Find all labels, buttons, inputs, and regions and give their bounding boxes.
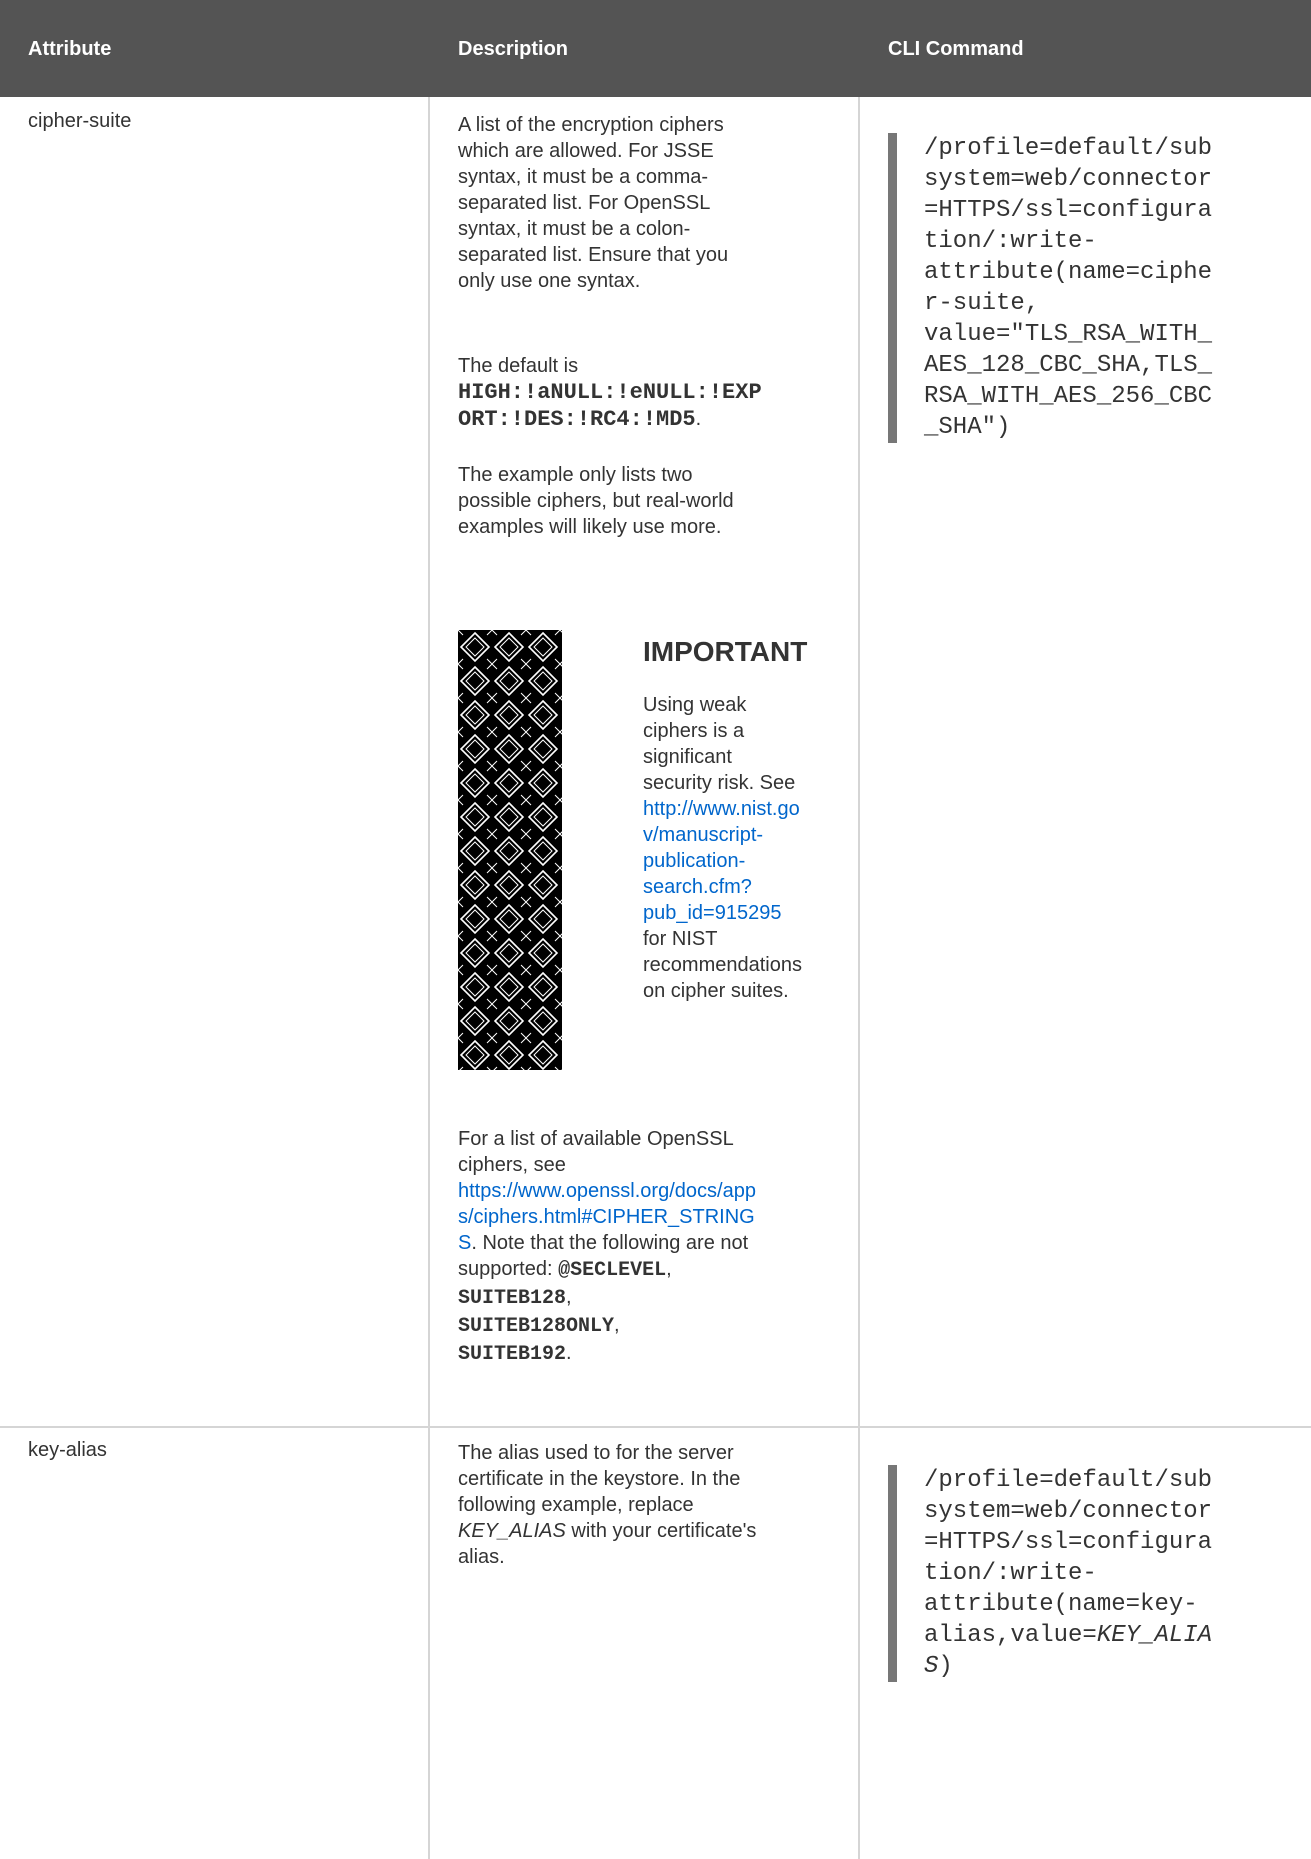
cipher-suite-desc-paragraph: A list of the encryption ciphers which a…: [458, 112, 838, 294]
code-line: attribute(name=ciphe: [924, 259, 1213, 286]
default-cipher-code: ORT:!DES:!RC4:!MD5: [458, 407, 696, 432]
code-line: =HTTPS/ssl=configura: [924, 1529, 1213, 1556]
attribute-key-alias: key-alias: [28, 1439, 107, 1461]
cipher-suite-cli-command: /profile=default/sub system=web/connecto…: [888, 133, 1212, 443]
desc-text: . Note that the following are not: [471, 1232, 749, 1254]
desc-line: separated list. Ensure that you: [458, 244, 729, 266]
cipher-suite-description: A list of the encryption ciphers which a…: [458, 112, 838, 294]
desc-line: which are allowed. For JSSE: [458, 140, 714, 162]
desc-line: The example only lists two: [458, 464, 693, 486]
link-line: S: [458, 1232, 472, 1254]
code-line: =HTTPS/ssl=configura: [924, 197, 1213, 224]
desc-line: For a list of available OpenSSL: [458, 1128, 734, 1150]
code-line: system=web/connector: [924, 1498, 1213, 1525]
openssl-ciphers-paragraph: For a list of available OpenSSL ciphers,…: [458, 1126, 848, 1368]
link-line: pub_id=915295: [643, 902, 782, 924]
desc-line: syntax, it must be a comma-: [458, 166, 709, 188]
unsupported-code: SUITEB128: [458, 1287, 567, 1310]
default-value-paragraph: The default is HIGH:!aNULL:!eNULL:!EXP O…: [458, 353, 838, 433]
column-divider-2: [858, 97, 860, 1859]
key-alias-cli-command: /profile=default/sub system=web/connecto…: [888, 1465, 1212, 1682]
code-line: system=web/connector: [924, 166, 1213, 193]
code-line: /profile=default/sub: [924, 1467, 1213, 1494]
link-line: v/manuscript-: [643, 824, 764, 846]
link-line: search.cfm?: [643, 876, 752, 898]
nist-link[interactable]: http://www.nist.go v/manuscript- publica…: [643, 798, 800, 924]
code-text: alias,value=: [924, 1622, 1097, 1649]
desc-text: with your certificate's: [565, 1520, 757, 1542]
desc-line: syntax, it must be a colon-: [458, 218, 691, 240]
link-line: s/ciphers.html#CIPHER_STRING: [458, 1206, 755, 1228]
important-line: security risk. See: [643, 772, 796, 794]
table-header-row: Attribute Description CLI Command: [0, 0, 1311, 97]
header-description: Description: [458, 38, 569, 60]
important-line: ciphers is a: [643, 720, 745, 742]
code-line: tion/:write-: [924, 1560, 1097, 1587]
desc-line: alias.: [458, 1546, 505, 1568]
important-body: Using weak ciphers is a significant secu…: [643, 692, 843, 1004]
default-label: The default is: [458, 355, 579, 377]
punctuation: ,: [566, 1286, 572, 1308]
desc-line: ciphers, see: [458, 1154, 566, 1176]
attribute-cipher-suite: cipher-suite: [28, 110, 132, 132]
important-line: significant: [643, 746, 732, 768]
important-line: recommendations: [643, 954, 802, 976]
punctuation: .: [695, 408, 702, 430]
desc-line: following example, replace: [458, 1494, 694, 1516]
desc-line: possible ciphers, but real-world: [458, 490, 734, 512]
header-cli-command: CLI Command: [888, 38, 1024, 60]
important-line: Using weak: [643, 694, 747, 716]
desc-line: A list of the encryption ciphers: [458, 114, 724, 136]
code-line: RSA_WITH_AES_256_CBC: [924, 383, 1213, 410]
code-line: tion/:write-: [924, 228, 1097, 255]
desc-line: separated list. For OpenSSL: [458, 192, 711, 214]
code-line: r-suite,: [924, 290, 1040, 317]
code-placeholder: KEY_ALIA: [1096, 1622, 1213, 1649]
punctuation: ,: [614, 1314, 620, 1336]
default-cipher-code: HIGH:!aNULL:!eNULL:!EXP: [458, 380, 762, 405]
unsupported-code: SUITEB192: [458, 1343, 567, 1366]
column-divider-1: [428, 97, 430, 1859]
code-line: AES_128_CBC_SHA,TLS_: [924, 352, 1213, 379]
code-line: _SHA"): [924, 414, 1011, 441]
desc-text: supported:: [458, 1258, 559, 1280]
row-divider: [0, 1426, 1311, 1428]
important-line: for NIST: [643, 928, 718, 950]
link-line: publication-: [643, 850, 746, 872]
link-line: http://www.nist.go: [643, 798, 800, 820]
code-line: /profile=default/sub: [924, 135, 1213, 162]
link-line: https://www.openssl.org/docs/app: [458, 1180, 756, 1202]
example-note-paragraph: The example only lists two possible ciph…: [458, 462, 838, 540]
unsupported-code: SUITEB128ONLY: [458, 1315, 615, 1338]
desc-line: The alias used to for the server: [458, 1442, 734, 1464]
punctuation: .: [566, 1342, 572, 1364]
unsupported-code: @SECLEVEL: [558, 1259, 667, 1282]
code-line: attribute(name=key-: [924, 1591, 1198, 1618]
key-alias-description: The alias used to for the server certifi…: [458, 1440, 848, 1570]
desc-line: certificate in the keystore. In the: [458, 1468, 741, 1490]
header-attribute: Attribute: [28, 38, 112, 60]
desc-line: only use one syntax.: [458, 270, 641, 292]
code-placeholder: S: [924, 1653, 939, 1680]
punctuation: ,: [666, 1258, 672, 1280]
important-line: on cipher suites.: [643, 980, 789, 1002]
important-title: IMPORTANT: [643, 636, 808, 667]
key-alias-placeholder: KEY_ALIAS: [458, 1520, 566, 1542]
code-line: value="TLS_RSA_WITH_: [924, 321, 1213, 348]
code-text: ): [938, 1653, 953, 1680]
important-pattern-icon: [458, 630, 562, 1070]
desc-line: examples will likely use more.: [458, 516, 722, 538]
